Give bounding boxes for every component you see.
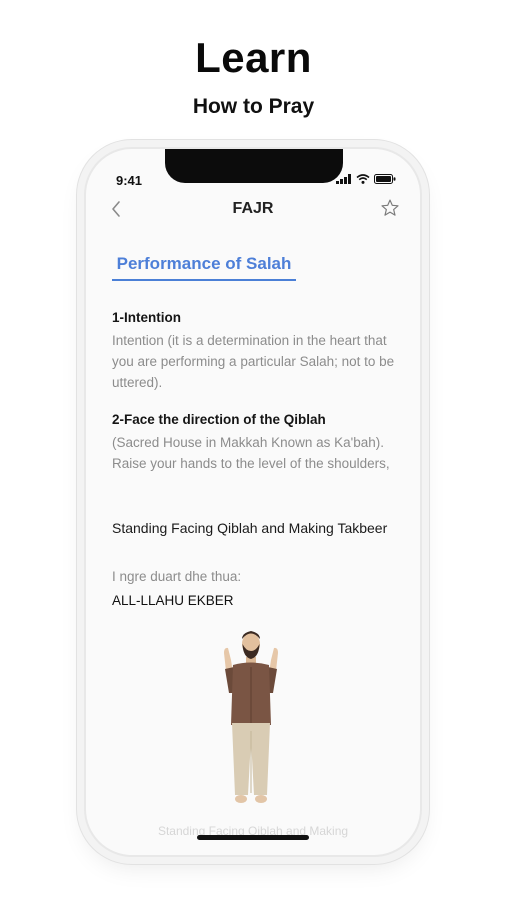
section-body: (Sacred House in Makkah Known as Ka'bah)… (112, 435, 390, 471)
phone-notch (165, 149, 343, 183)
instructions: 1-Intention Intention (it is a determina… (112, 310, 402, 474)
recite-text: ALL-LLAHU EKBER (112, 593, 234, 608)
section-body: Intention (it is a determination in the … (112, 333, 395, 390)
section-title: 2-Face the direction of the Qiblah (112, 412, 326, 427)
battery-icon (374, 174, 396, 184)
section-title: 1-Intention (112, 310, 181, 325)
status-time: 9:41 (116, 173, 143, 188)
promo-headline: Learn (195, 34, 312, 81)
signal-icon (336, 174, 351, 184)
home-indicator[interactable] (197, 835, 309, 840)
status-icons (336, 174, 396, 184)
praying-man-illustration (224, 631, 278, 803)
phone-frame: 9:41 FAJR Performance of Salah 1-Intenti… (86, 149, 420, 855)
screen-title: FAJR (232, 200, 274, 217)
star-outline-icon[interactable] (380, 198, 400, 218)
wifi-icon (356, 174, 370, 184)
step-caption: Standing Facing Qiblah and Making Takbee… (112, 520, 388, 536)
recite-label: I ngre duart dhe thua: (112, 569, 242, 584)
tab-label: Performance of Salah (116, 254, 292, 273)
tab-performance-of-salah[interactable]: Performance of Salah (112, 253, 296, 281)
promo-subheadline: How to Pray (192, 95, 315, 118)
